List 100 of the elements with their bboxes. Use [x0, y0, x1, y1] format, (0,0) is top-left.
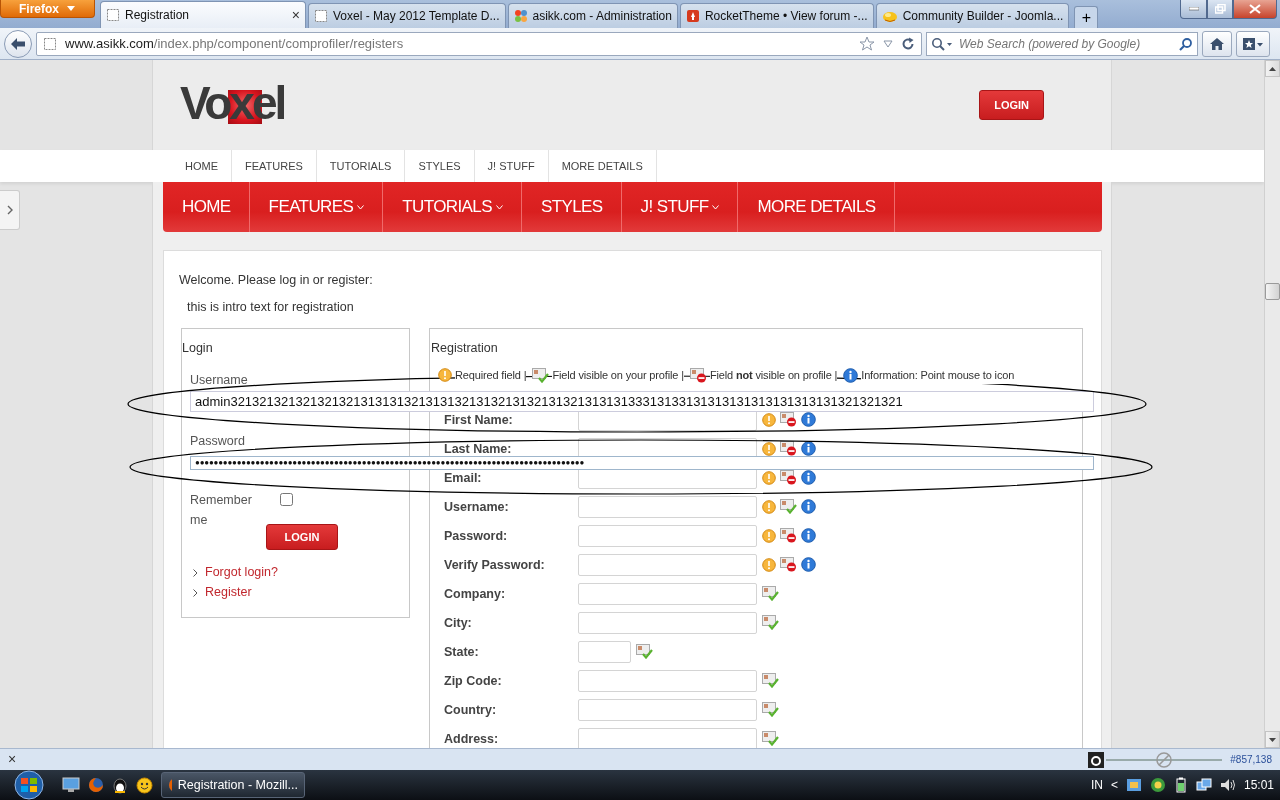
browser-tab[interactable]: asikk.com - Administration: [507, 3, 678, 28]
reload-icon[interactable]: [901, 36, 915, 51]
caret-icon: [67, 6, 75, 11]
text-field[interactable]: [578, 582, 757, 605]
chevron-icon: [6, 205, 13, 215]
field-label: Verify Password:: [444, 557, 546, 572]
tray-icon[interactable]: [1149, 777, 1166, 793]
firefox-icon[interactable]: [88, 777, 104, 793]
rocket-icon: [685, 9, 700, 23]
username-field[interactable]: admin321321321321321321313131321313132131321313213132131313133313133131313131313131313131321321321: [190, 391, 1094, 412]
scroll-thumb[interactable]: [1265, 283, 1280, 300]
text-field[interactable]: [578, 640, 631, 663]
address-bar[interactable]: www.asikk.com/index.php/component/comprofiler/registers: [36, 31, 922, 56]
addon-icon[interactable]: [1088, 751, 1105, 768]
smiley-icon[interactable]: [136, 776, 153, 794]
field-label: City:: [444, 615, 473, 630]
clock-text: 15:01: [1243, 777, 1274, 794]
new-tab-button[interactable]: +: [1074, 6, 1099, 28]
chevron-icon: [193, 568, 198, 577]
tray-icon[interactable]: [1125, 777, 1142, 793]
back-button[interactable]: [4, 29, 32, 58]
penguin-icon[interactable]: [112, 776, 128, 794]
up-arrow-icon: [1269, 66, 1276, 71]
page-icon: [314, 9, 328, 23]
link[interactable]: Register: [205, 583, 252, 603]
field-label: Email:: [444, 470, 483, 485]
scroll-down-button[interactable]: [1265, 731, 1280, 748]
down-arrow-icon: [1269, 737, 1276, 742]
login-button[interactable]: LOGIN: [266, 523, 338, 550]
chevron-icon: [193, 588, 198, 597]
panel-title: Login: [182, 339, 214, 357]
remember-checkbox[interactable]: [280, 492, 293, 506]
text-field[interactable]: [578, 524, 757, 547]
cloud-icon: [881, 9, 898, 23]
page-icon: [43, 36, 57, 51]
text-field[interactable]: [578, 727, 757, 748]
dropdown-icon[interactable]: [883, 39, 893, 48]
text-field[interactable]: [578, 553, 757, 576]
joomla-icon: [513, 9, 528, 23]
link[interactable]: Forgot login?: [205, 563, 278, 583]
field-label: Country:: [444, 702, 498, 717]
field-label: First Name:: [444, 412, 514, 427]
profile-check-icon: [532, 367, 550, 383]
volume-icon[interactable]: [1219, 777, 1236, 793]
info-icon: [843, 367, 859, 383]
browser-tab[interactable]: Registration ×: [100, 1, 306, 28]
search-icon[interactable]: [1179, 36, 1193, 51]
desktop-icon[interactable]: [62, 777, 80, 793]
menu-item[interactable]: MORE DETAILS: [738, 182, 895, 232]
coordinates-text: #857,138: [1230, 753, 1272, 767]
minimize-button[interactable]: [1180, 0, 1207, 19]
close-window-button[interactable]: [1233, 0, 1277, 19]
menu-item[interactable]: J! STUFF: [621, 182, 739, 232]
field-label: Username:: [444, 499, 510, 514]
panel-title: Registration: [431, 339, 499, 357]
show-hidden-icons-button[interactable]: <: [1110, 776, 1118, 794]
sidebar-toggle[interactable]: [0, 190, 20, 230]
intro-text: this is intro text for registration: [187, 298, 355, 316]
text-field[interactable]: [578, 669, 757, 692]
field-label: State:: [444, 644, 480, 659]
search-icon: [931, 36, 953, 51]
field-label: Username: [190, 372, 249, 390]
welcome-text: Welcome. Please log in or register:: [179, 272, 374, 289]
minimize-icon: [1188, 7, 1199, 11]
star-icon[interactable]: [859, 36, 875, 51]
required-icon: [438, 368, 452, 383]
close-button[interactable]: ×: [8, 749, 17, 770]
firefox-icon: [168, 777, 172, 793]
field-label: Password:: [444, 528, 509, 543]
battery-icon[interactable]: [1173, 777, 1188, 793]
home-button[interactable]: [1202, 30, 1232, 57]
menu-item[interactable]: FEATURES: [249, 182, 384, 232]
field-label: Zip Code:: [444, 673, 503, 688]
text-field[interactable]: [578, 611, 757, 634]
restore-icon: [1214, 4, 1226, 14]
password-field[interactable]: ●●●●●●●●●●●●●●●●●●●●●●●●●●●●●●●●●●●●●●●●●●●●●●●●●●●●●●●●●●●●●●●●●●●●●●●●●●●●●●●●●●●●: [190, 455, 1094, 470]
restore-button[interactable]: [1207, 0, 1233, 19]
text-field[interactable]: [578, 698, 757, 721]
close-icon: [1249, 4, 1261, 14]
page-icon: [106, 8, 120, 22]
field-label: Password: [190, 433, 246, 450]
browser-tab[interactable]: RocketTheme • View forum -...: [679, 3, 874, 28]
browser-tab[interactable]: Community Builder - Joomla...: [875, 3, 1070, 28]
scroll-up-button[interactable]: [1265, 60, 1280, 77]
taskbar-button[interactable]: Registration - Mozill...: [161, 772, 305, 798]
bookmark-star-icon: [1242, 36, 1264, 51]
field-label: Company:: [444, 586, 507, 601]
field-label: Address:: [444, 731, 500, 746]
text-field[interactable]: [578, 495, 757, 518]
close-tab-button[interactable]: ×: [291, 8, 300, 22]
browser-tab[interactable]: Voxel - May 2012 Template D...: [308, 3, 506, 28]
field-label: Last Name:: [444, 441, 513, 456]
bookmarks-button[interactable]: [1236, 30, 1270, 57]
network-icon[interactable]: [1195, 777, 1212, 793]
menu-item[interactable]: STYLES: [521, 182, 622, 232]
language-indicator[interactable]: IN: [1090, 776, 1103, 794]
menu-item[interactable]: TUTORIALS: [383, 182, 522, 232]
login-button[interactable]: LOGIN: [979, 89, 1044, 121]
menu-item[interactable]: HOME: [163, 182, 250, 232]
search-field[interactable]: Web Search (powered by Google): [926, 31, 1198, 56]
